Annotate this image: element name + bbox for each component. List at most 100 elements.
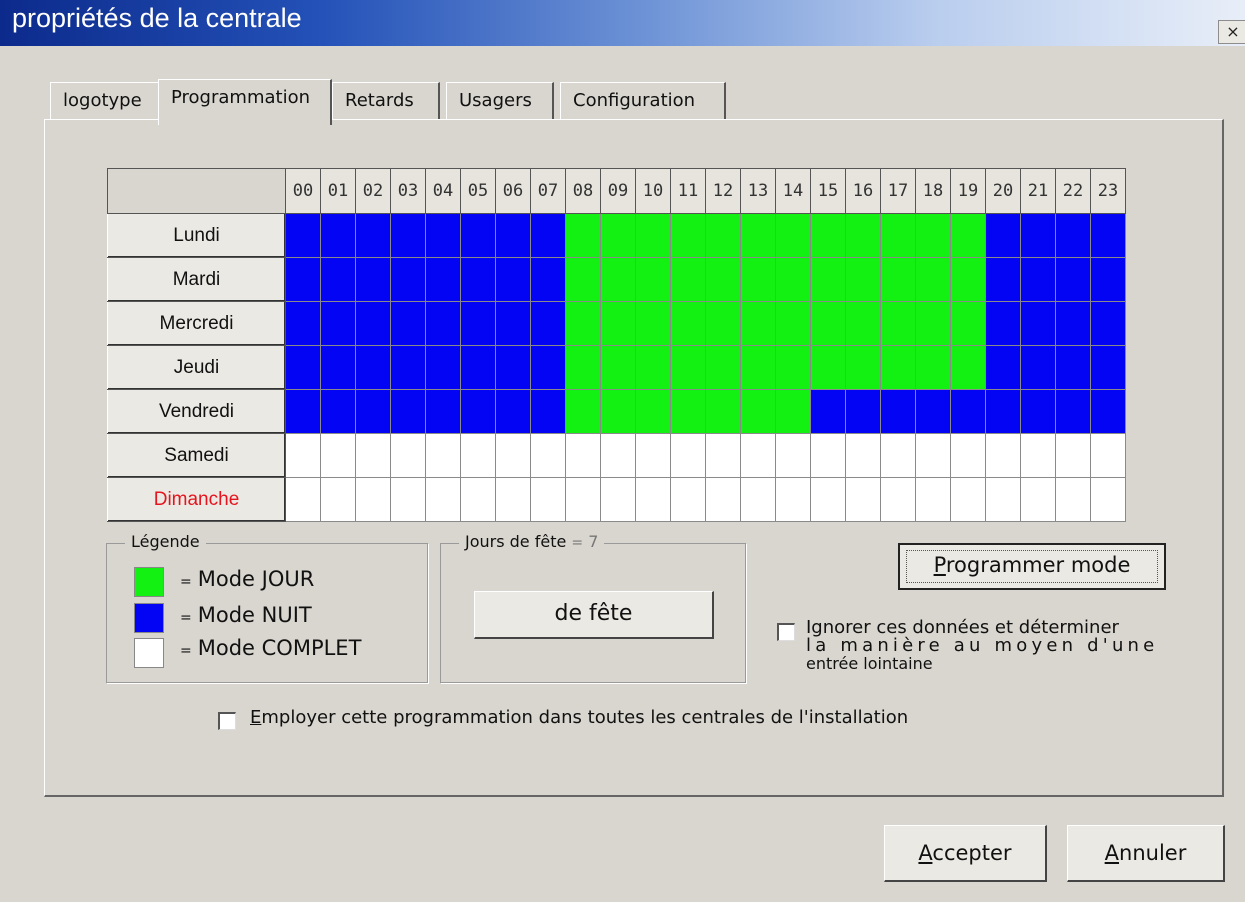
schedule-cell[interactable]: [635, 213, 671, 258]
schedule-cell[interactable]: [1055, 257, 1091, 302]
schedule-cell[interactable]: [425, 213, 461, 258]
schedule-cell[interactable]: [670, 389, 706, 434]
schedule-cell[interactable]: [565, 477, 601, 522]
schedule-cell[interactable]: [390, 301, 426, 346]
schedule-cell[interactable]: [1055, 301, 1091, 346]
schedule-cell[interactable]: [320, 301, 356, 346]
schedule-cell[interactable]: [530, 389, 566, 434]
tab-retards[interactable]: Retards: [332, 82, 440, 120]
schedule-cell[interactable]: [775, 389, 811, 434]
schedule-cell[interactable]: [565, 433, 601, 478]
schedule-cell[interactable]: [880, 389, 916, 434]
schedule-cell[interactable]: [810, 477, 846, 522]
schedule-cell[interactable]: [985, 389, 1021, 434]
schedule-cell[interactable]: [495, 477, 531, 522]
schedule-cell[interactable]: [600, 477, 636, 522]
schedule-cell[interactable]: [565, 345, 601, 390]
day-button-vendredi[interactable]: Vendredi: [107, 389, 286, 434]
schedule-cell[interactable]: [845, 213, 881, 258]
schedule-cell[interactable]: [1090, 213, 1126, 258]
schedule-cell[interactable]: [950, 213, 986, 258]
schedule-cell[interactable]: [705, 345, 741, 390]
schedule-cell[interactable]: [600, 213, 636, 258]
schedule-cell[interactable]: [775, 345, 811, 390]
schedule-cell[interactable]: [740, 257, 776, 302]
apply-all-label[interactable]: Employer cette programmation dans toutes…: [250, 709, 908, 727]
schedule-cell[interactable]: [845, 301, 881, 346]
schedule-cell[interactable]: [705, 389, 741, 434]
tab-logotype[interactable]: logotype: [50, 82, 166, 120]
schedule-cell[interactable]: [670, 345, 706, 390]
schedule-cell[interactable]: [950, 389, 986, 434]
schedule-cell[interactable]: [915, 433, 951, 478]
day-button-mercredi[interactable]: Mercredi: [107, 301, 286, 346]
day-button-mardi[interactable]: Mardi: [107, 257, 286, 302]
schedule-cell[interactable]: [810, 345, 846, 390]
schedule-cell[interactable]: [355, 213, 391, 258]
schedule-cell[interactable]: [390, 213, 426, 258]
schedule-cell[interactable]: [915, 213, 951, 258]
schedule-cell[interactable]: [950, 477, 986, 522]
schedule-cell[interactable]: [285, 477, 321, 522]
schedule-cell[interactable]: [425, 345, 461, 390]
schedule-cell[interactable]: [285, 345, 321, 390]
schedule-cell[interactable]: [495, 213, 531, 258]
schedule-cell[interactable]: [985, 433, 1021, 478]
schedule-cell[interactable]: [845, 433, 881, 478]
schedule-cell[interactable]: [390, 389, 426, 434]
schedule-cell[interactable]: [460, 433, 496, 478]
schedule-cell[interactable]: [1055, 345, 1091, 390]
schedule-cell[interactable]: [1055, 433, 1091, 478]
schedule-cell[interactable]: [1090, 257, 1126, 302]
schedule-cell[interactable]: [530, 213, 566, 258]
schedule-cell[interactable]: [1090, 433, 1126, 478]
schedule-cell[interactable]: [810, 433, 846, 478]
schedule-cell[interactable]: [320, 257, 356, 302]
schedule-cell[interactable]: [880, 433, 916, 478]
schedule-cell[interactable]: [355, 433, 391, 478]
schedule-cell[interactable]: [600, 345, 636, 390]
schedule-cell[interactable]: [705, 477, 741, 522]
schedule-cell[interactable]: [845, 257, 881, 302]
schedule-cell[interactable]: [880, 213, 916, 258]
schedule-cell[interactable]: [740, 477, 776, 522]
schedule-cell[interactable]: [845, 477, 881, 522]
schedule-cell[interactable]: [915, 477, 951, 522]
schedule-cell[interactable]: [810, 389, 846, 434]
schedule-cell[interactable]: [1055, 389, 1091, 434]
schedule-cell[interactable]: [355, 301, 391, 346]
schedule-cell[interactable]: [950, 257, 986, 302]
schedule-cell[interactable]: [600, 301, 636, 346]
schedule-cell[interactable]: [775, 213, 811, 258]
schedule-cell[interactable]: [285, 257, 321, 302]
schedule-cell[interactable]: [845, 345, 881, 390]
schedule-cell[interactable]: [810, 257, 846, 302]
schedule-cell[interactable]: [530, 477, 566, 522]
schedule-cell[interactable]: [705, 257, 741, 302]
schedule-cell[interactable]: [355, 477, 391, 522]
schedule-cell[interactable]: [425, 477, 461, 522]
schedule-cell[interactable]: [320, 477, 356, 522]
schedule-cell[interactable]: [1020, 433, 1056, 478]
schedule-cell[interactable]: [1055, 213, 1091, 258]
schedule-cell[interactable]: [950, 345, 986, 390]
schedule-cell[interactable]: [600, 433, 636, 478]
schedule-cell[interactable]: [390, 433, 426, 478]
schedule-cell[interactable]: [985, 301, 1021, 346]
schedule-cell[interactable]: [635, 477, 671, 522]
schedule-cell[interactable]: [530, 257, 566, 302]
schedule-cell[interactable]: [1020, 301, 1056, 346]
day-button-samedi[interactable]: Samedi: [107, 433, 286, 478]
schedule-cell[interactable]: [740, 345, 776, 390]
schedule-cell[interactable]: [845, 389, 881, 434]
schedule-cell[interactable]: [810, 301, 846, 346]
schedule-cell[interactable]: [320, 389, 356, 434]
holidays-button[interactable]: de fête: [474, 591, 714, 639]
schedule-cell[interactable]: [355, 389, 391, 434]
day-button-dimanche[interactable]: Dimanche: [107, 477, 286, 522]
schedule-cell[interactable]: [425, 257, 461, 302]
schedule-cell[interactable]: [915, 389, 951, 434]
schedule-cell[interactable]: [285, 213, 321, 258]
schedule-cell[interactable]: [530, 433, 566, 478]
schedule-cell[interactable]: [985, 213, 1021, 258]
